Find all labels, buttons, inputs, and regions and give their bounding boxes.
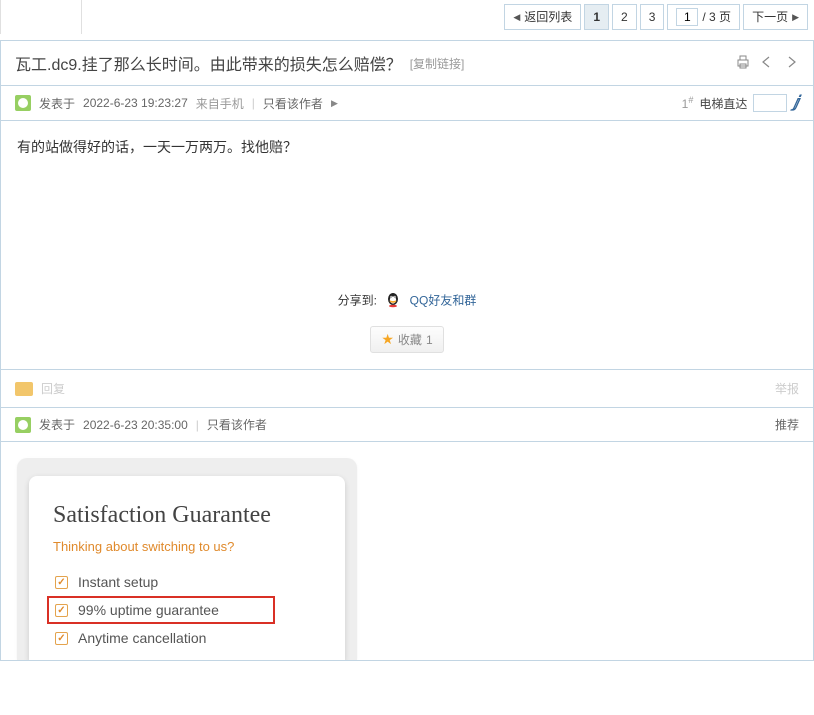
page-total-label: / 3 页	[702, 5, 731, 29]
triangle-right-icon: ▶	[792, 5, 799, 29]
satisfaction-item-highlighted: ✓ 99% uptime guarantee	[47, 596, 275, 624]
check-icon: ✓	[55, 576, 68, 589]
back-label: 返回列表	[524, 5, 572, 29]
favorite-label: 收藏	[398, 331, 422, 348]
recommend-badge[interactable]: 推荐	[775, 416, 799, 433]
favorite-row: ★ 收藏 1	[1, 326, 813, 369]
reply-strip: 回复 举报	[1, 369, 813, 407]
divider: |	[196, 418, 199, 432]
post1-timestamp: 2022-6-23 19:23:27	[83, 96, 188, 110]
post1-header: 发表于 2022-6-23 19:23:27 来自手机 | 只看该作者 ▶ 1#…	[1, 86, 813, 121]
page-goto-input[interactable]	[676, 8, 698, 26]
next-label: 下一页	[752, 5, 788, 29]
post2-timestamp: 2022-6-23 20:35:00	[83, 418, 188, 432]
page-goto: / 3 页	[667, 4, 740, 30]
reply-link[interactable]: 回复	[41, 380, 65, 397]
thread-title-row: 瓦工.dc9.挂了那么长时间。由此带来的损失怎么赔偿？ [复制链接]	[1, 41, 813, 86]
check-icon: ✓	[55, 604, 68, 617]
print-icon[interactable]	[735, 54, 751, 73]
triangle-right-icon: ▶	[331, 98, 338, 109]
satisfaction-item-label: Anytime cancellation	[78, 630, 206, 646]
satisfaction-item-label: Instant setup	[78, 574, 158, 590]
report-link[interactable]: 举报	[775, 380, 799, 397]
next-page-button[interactable]: 下一页 ▶	[743, 4, 808, 30]
next-thread-icon[interactable]	[783, 54, 799, 73]
prev-thread-icon[interactable]	[759, 54, 775, 73]
elevator-link[interactable]: 电梯直达	[699, 95, 747, 112]
thread-title: 瓦工.dc9.挂了那么长时间。由此带来的损失怎么赔偿？	[15, 51, 402, 75]
satisfaction-item: ✓ Anytime cancellation	[53, 624, 321, 652]
favorite-count: 1	[426, 333, 433, 347]
page-3-button[interactable]: 3	[640, 4, 665, 30]
satisfaction-card: Satisfaction Guarantee Thinking about sw…	[29, 476, 345, 660]
divider: |	[252, 96, 255, 110]
satisfaction-item-label: 99% uptime guarantee	[78, 602, 219, 618]
post1-body: 有的站做得好的话，一天一万两万。找他赔？	[1, 121, 813, 261]
floor-number: 1#	[682, 95, 694, 111]
post1-from-mobile: 来自手机	[196, 95, 244, 112]
share-row: 分享到: QQ好友和群	[1, 261, 813, 326]
copy-link[interactable]: [复制链接]	[410, 55, 465, 72]
speech-bubble-icon	[15, 382, 33, 396]
elevator-input[interactable]	[753, 94, 787, 112]
favorite-button[interactable]: ★ 收藏 1	[370, 326, 443, 353]
back-to-list-button[interactable]: ◀ 返回列表	[504, 4, 581, 30]
check-icon: ✓	[55, 632, 68, 645]
post2-body: Satisfaction Guarantee Thinking about sw…	[1, 442, 813, 660]
post2-header: 发表于 2022-6-23 20:35:00 | 只看该作者 推荐	[1, 407, 813, 442]
page-1-button[interactable]: 1	[584, 4, 609, 30]
satisfaction-subtitle: Thinking about switching to us?	[53, 539, 321, 554]
share-label: 分享到:	[338, 294, 377, 308]
avatar-icon[interactable]	[15, 95, 31, 111]
avatar-icon[interactable]	[15, 417, 31, 433]
qq-icon[interactable]	[384, 291, 402, 312]
satisfaction-title: Satisfaction Guarantee	[53, 502, 321, 529]
post2-meta-prefix: 发表于	[39, 416, 75, 433]
thread-container: 瓦工.dc9.挂了那么长时间。由此带来的损失怎么赔偿？ [复制链接] 发表于 2…	[0, 40, 814, 661]
star-icon: ★	[381, 331, 394, 348]
pagination-bar: ◀ 返回列表 1 2 3 / 3 页 下一页 ▶	[0, 0, 814, 34]
page-2-button[interactable]: 2	[612, 4, 637, 30]
view-author-only-link[interactable]: 只看该作者	[263, 95, 323, 112]
qq-share-link[interactable]: QQ好友和群	[410, 294, 477, 308]
satisfaction-item: ✓ Instant setup	[53, 568, 321, 596]
ladder-icon[interactable]: ⅉ	[793, 96, 799, 110]
view-author-only-link[interactable]: 只看该作者	[207, 416, 267, 433]
satisfaction-image: Satisfaction Guarantee Thinking about sw…	[17, 458, 357, 660]
triangle-left-icon: ◀	[513, 5, 520, 29]
post1-content: 有的站做得好的话，一天一万两万。找他赔？	[17, 137, 797, 157]
post1-meta-prefix: 发表于	[39, 95, 75, 112]
